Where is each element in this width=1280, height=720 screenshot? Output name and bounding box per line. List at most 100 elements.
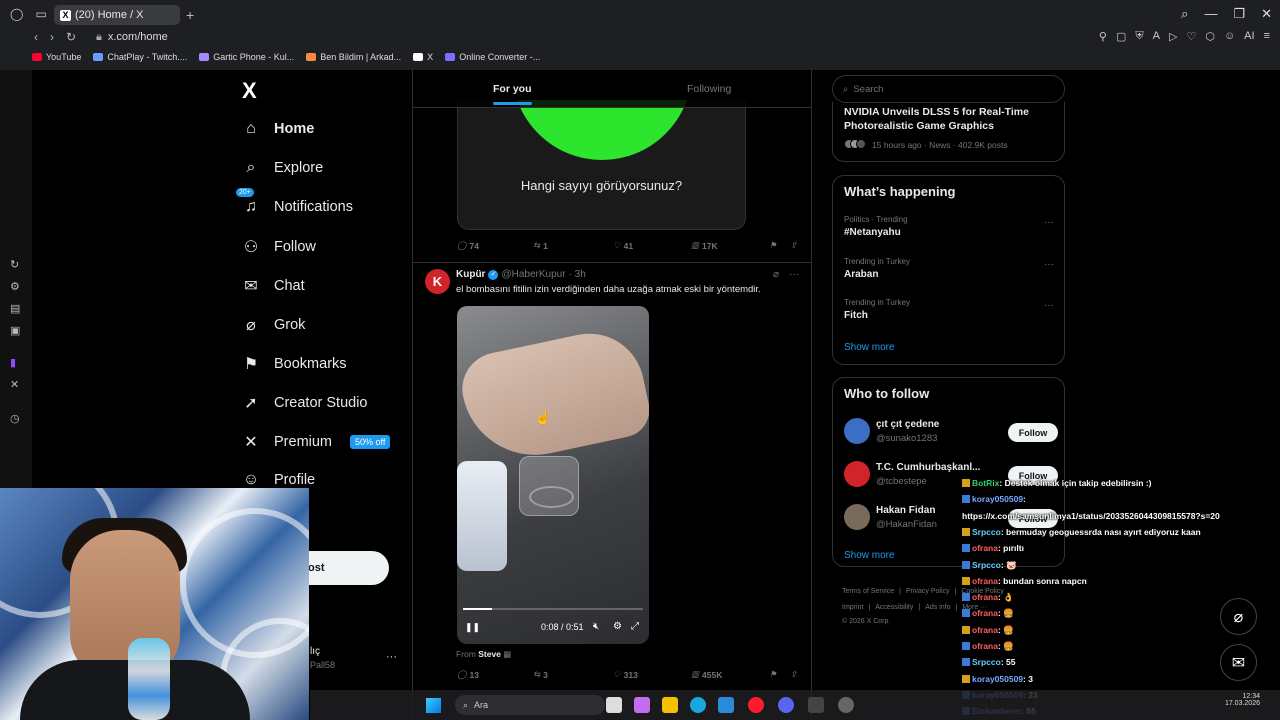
settings-icon[interactable]: ⚙ [613,621,622,632]
fullscreen-icon[interactable]: ⤢ [631,621,639,632]
avatar[interactable]: K [425,269,450,294]
retweet-button[interactable]: ⇆ 1 [533,240,548,251]
like-button[interactable]: ♡ 313 [613,669,638,680]
x-logo-icon[interactable]: X [242,78,257,104]
discord-icon[interactable] [778,697,794,713]
video-player[interactable]: ❚❚ 0:08 / 0:51 🔇︎ ⚙ ⤢ [457,306,649,644]
pin-icon[interactable]: ⚲ [1099,30,1107,43]
nav-premium[interactable]: ✕ Premium 50% off [242,432,391,452]
aria-icon[interactable]: ⚙ [10,280,20,293]
bookmark-item[interactable]: Ben Bildim | Arkad... [306,52,401,62]
snapshot-icon[interactable]: ▢ [1116,30,1126,43]
share-button[interactable]: ⇪ [790,240,797,251]
search-input[interactable]: ⌕ Search [832,75,1065,103]
heart-icon[interactable]: ♡ [1186,30,1196,43]
retweet-button[interactable]: ⇆ 3 [533,669,548,680]
tweet-image[interactable]: Hangi sayıyı görüyorsunuz? [457,100,746,230]
account-name[interactable]: lıç [310,646,320,657]
like-button[interactable]: ♡ 41 [613,240,633,251]
app-icon[interactable] [838,697,854,713]
ai-icon[interactable]: AI [1244,30,1254,43]
mute-icon[interactable]: 🔇︎ [593,621,599,632]
copilot-icon[interactable] [634,697,650,713]
messages-fab-button[interactable]: ✉ [1220,644,1257,681]
account-more-icon[interactable]: ··· [386,651,397,663]
grok-fab-button[interactable]: ⌀ [1220,598,1257,635]
extensions-icon[interactable]: ⬡ [1205,30,1215,43]
wallet-icon[interactable]: ▤ [10,302,20,315]
new-tab-button[interactable]: + [186,7,194,23]
system-clock[interactable]: 12:34 17.03.2026 [1225,693,1260,707]
reload-icon[interactable]: ↻ [66,30,76,44]
views-button[interactable]: ▥ 455K [691,669,722,680]
bookmark-item[interactable]: Online Converter -... [445,52,540,62]
bookmark-item[interactable]: X [413,52,433,62]
file-explorer-icon[interactable] [662,697,678,713]
opera-icon[interactable] [748,697,764,713]
share-button[interactable]: ⇪ [790,669,797,680]
bookmark-item[interactable]: Gartic Phone - Kul... [199,52,294,62]
obs-icon[interactable] [808,697,824,713]
store-icon[interactable] [718,697,734,713]
nav-follow[interactable]: ⚇ Follow [242,237,316,257]
show-more-link[interactable]: Show more [844,342,895,353]
more-icon[interactable]: ··· [789,269,799,280]
twitch-icon[interactable]: ▮ [10,356,16,369]
maximize-button[interactable]: ❐ [1233,6,1245,22]
more-icon[interactable]: ··· [1044,259,1054,270]
follow-suggestion[interactable]: çıt çıt çedene @sunako1283 Follow [844,418,1058,448]
nav-explore[interactable]: ⌕ Explore [242,159,324,177]
more-icon[interactable]: ··· [1044,217,1054,228]
trend-item[interactable]: Trending in Turkey Fitch ··· [844,298,1054,321]
translate-icon[interactable]: A [1153,30,1160,43]
pause-icon[interactable]: ❚❚ [465,622,480,633]
show-more-link[interactable]: Show more [844,550,895,561]
play-icon[interactable]: ▷ [1169,30,1177,43]
bookmark-button[interactable]: ⚑ [769,240,777,251]
history-icon[interactable]: ↻ [10,258,19,271]
tweet-time[interactable]: · 3h [569,269,586,280]
address-bar[interactable]: 🔒︎ x.com/home [96,31,168,44]
avatar[interactable] [844,504,870,530]
news-card[interactable]: NVIDIA Unveils DLSS 5 for Real-Time Phot… [832,102,1065,162]
video-progress-bar[interactable] [463,608,643,610]
minimize-button[interactable]: — [1204,6,1217,22]
trend-item[interactable]: Politics · Trending #Netanyahu ··· [844,215,1054,238]
nav-home[interactable]: ⌂ Home [242,120,314,138]
grok-explain-icon[interactable]: ⌀ [773,269,779,280]
close-button[interactable]: ✕ [1261,6,1272,22]
tweet-author-name[interactable]: Kupür [456,269,485,280]
more-icon[interactable]: ··· [1044,300,1054,311]
x-sidebar-icon[interactable]: ✕ [10,378,19,391]
opera-logo-icon[interactable]: ◯ [10,7,23,21]
follow-button[interactable]: Follow [1008,423,1058,442]
nav-grok[interactable]: ⌀ Grok [242,315,305,335]
trend-item[interactable]: Trending in Turkey Araban ··· [844,257,1054,280]
avatar[interactable] [844,418,870,444]
views-button[interactable]: ▥ 17K [691,240,718,251]
back-icon[interactable]: ‹ [34,30,38,44]
shield-icon[interactable]: ⛨ [1135,30,1143,43]
bookmark-item[interactable]: ChatPlay - Twitch.... [93,52,187,62]
edge-icon[interactable] [690,697,706,713]
forward-icon[interactable]: › [50,30,54,44]
windows-start-icon[interactable] [426,698,441,713]
menu-icon[interactable]: ≡ [1264,30,1270,43]
m-icon[interactable]: ▣ [10,324,20,337]
bookmark-item[interactable]: YouTube [32,52,81,62]
tweet-author-handle[interactable]: @HaberKupur [501,269,565,280]
tab-menu-icon[interactable]: ▭ [35,7,46,21]
tab-for-you[interactable]: For you [493,83,532,105]
nav-bookmarks[interactable]: ⚑ Bookmarks [242,354,347,374]
post-button[interactable]: ost [300,551,389,585]
reply-button[interactable]: ◯ 74 [457,240,479,251]
nav-chat[interactable]: ✉ Chat [242,276,304,296]
task-view-icon[interactable] [606,697,622,713]
clock-icon[interactable]: ◷ [10,412,20,425]
nav-creator-studio[interactable]: ➚ Creator Studio [242,393,367,413]
tab-following[interactable]: Following [687,83,731,95]
taskbar-search[interactable]: ⌕ Ara [455,695,605,715]
bookmark-button[interactable]: ⚑ [769,669,777,680]
search-icon[interactable]: ⌕ [1181,6,1188,22]
nav-notifications[interactable]: ♫ 20+ Notifications [236,188,353,216]
